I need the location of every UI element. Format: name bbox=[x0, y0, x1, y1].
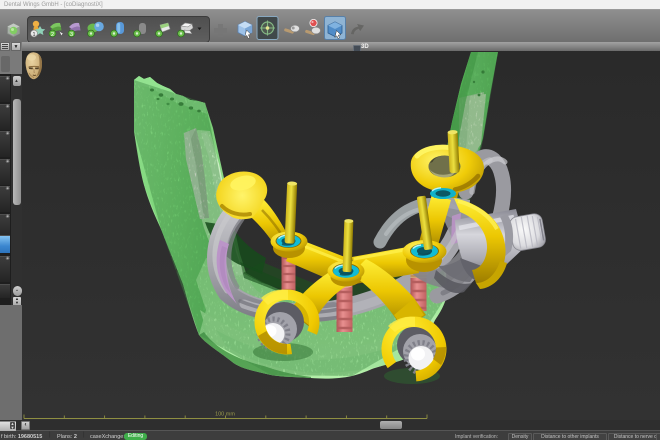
svg-text:3: 3 bbox=[70, 32, 73, 38]
svg-text:100 mm: 100 mm bbox=[215, 412, 235, 418]
svg-text:1: 1 bbox=[32, 32, 35, 38]
svg-text:2: 2 bbox=[51, 32, 54, 38]
